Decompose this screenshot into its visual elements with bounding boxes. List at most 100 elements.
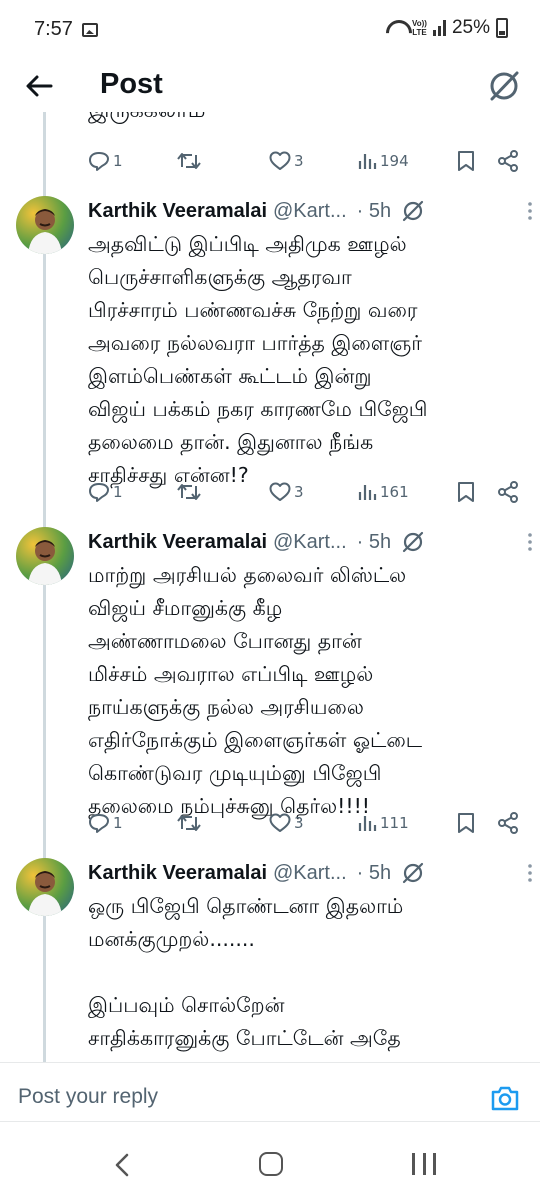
- like-count: 3: [294, 483, 304, 501]
- retweet-icon: [177, 815, 201, 831]
- status-time: 7:57: [34, 18, 73, 40]
- reply-count: 1: [113, 814, 123, 832]
- wifi-icon: [386, 20, 406, 36]
- reply-icon: [89, 814, 109, 833]
- share-button[interactable]: [497, 147, 525, 175]
- avatar-illustration: [28, 209, 62, 254]
- system-nav-bar: [0, 1131, 540, 1199]
- battery-icon: [496, 18, 508, 38]
- more-icon[interactable]: [528, 202, 532, 220]
- reply-count: 1: [113, 483, 123, 501]
- tweet-header: Karthik Veeramalai @Kart... · 5h: [88, 527, 528, 557]
- author-handle[interactable]: @Kart...: [273, 200, 347, 223]
- previous-tweet-tail: இருக்கலாம: [88, 112, 205, 126]
- bookmark-icon: [458, 151, 474, 171]
- author-name[interactable]: Karthik Veeramalai: [88, 862, 267, 885]
- bookmark-icon: [458, 813, 474, 833]
- share-icon: [498, 150, 518, 172]
- retweet-icon: [177, 484, 201, 500]
- tweet-time[interactable]: · 5h: [357, 200, 391, 223]
- bookmark-button[interactable]: [457, 809, 497, 837]
- tweet-time[interactable]: · 5h: [357, 531, 391, 554]
- reply-button[interactable]: 1: [88, 147, 177, 175]
- retweet-button[interactable]: [177, 809, 269, 837]
- grok-icon[interactable]: [401, 530, 425, 554]
- tweet-header: Karthik Veeramalai @Kart... · 5h: [88, 858, 528, 888]
- reply-button[interactable]: 1: [88, 478, 177, 506]
- back-button[interactable]: [22, 70, 56, 102]
- reply-composer[interactable]: Post your reply: [0, 1062, 540, 1130]
- views-icon: [358, 154, 377, 169]
- tweet-actions: 1 3 161: [88, 478, 528, 506]
- retweet-icon: [177, 153, 201, 169]
- previous-tweet-text: இருக்கலாம: [88, 112, 288, 132]
- view-count: 161: [380, 483, 409, 501]
- views-button[interactable]: 194: [357, 147, 457, 175]
- tweet-actions: 1 3 111: [88, 809, 528, 837]
- status-right: Vo)) LTE 25%: [386, 17, 508, 39]
- views-icon: [358, 816, 377, 831]
- tweet-time[interactable]: · 5h: [357, 862, 391, 885]
- view-count: 111: [380, 814, 409, 832]
- battery-percent: 25%: [451, 17, 490, 38]
- like-icon: [269, 813, 291, 832]
- more-icon[interactable]: [528, 533, 532, 551]
- reply-icon: [89, 152, 109, 171]
- grok-icon[interactable]: [486, 68, 522, 104]
- share-icon: [498, 481, 518, 503]
- like-count: 3: [294, 152, 304, 170]
- back-arrow-icon: [26, 75, 53, 97]
- more-icon[interactable]: [528, 864, 532, 882]
- signal-icon: [432, 20, 446, 36]
- avatar[interactable]: [16, 858, 74, 916]
- tweet-text: மாற்று அரசியல் தலைவர் லிஸ்ட்ல விஜய் சீமா…: [88, 563, 423, 818]
- avatar-illustration: [28, 871, 62, 916]
- share-button[interactable]: [497, 809, 525, 837]
- nav-home-icon[interactable]: [259, 1152, 283, 1176]
- bookmark-button[interactable]: [457, 478, 497, 506]
- author-handle[interactable]: @Kart...: [273, 862, 347, 885]
- like-button[interactable]: 3: [269, 809, 357, 837]
- views-button[interactable]: 111: [357, 809, 457, 837]
- avatar-illustration: [28, 540, 62, 585]
- views-button[interactable]: 161: [357, 478, 457, 506]
- reply-icon: [89, 483, 109, 502]
- nav-recents-icon[interactable]: [412, 1153, 436, 1175]
- status-bar: 7:57 Vo)) LTE 25%: [0, 0, 540, 60]
- bookmark-icon: [458, 482, 474, 502]
- like-button[interactable]: 3: [269, 478, 357, 506]
- author-name[interactable]: Karthik Veeramalai: [88, 531, 267, 554]
- tweet[interactable]: Karthik Veeramalai @Kart... · 5h ஒரு பிஜ…: [0, 858, 540, 1062]
- author-name[interactable]: Karthik Veeramalai: [88, 200, 267, 223]
- avatar[interactable]: [16, 196, 74, 254]
- reply-input[interactable]: Post your reply: [18, 1085, 158, 1109]
- like-count: 3: [294, 814, 304, 832]
- top-bar: Post: [0, 60, 540, 112]
- author-handle[interactable]: @Kart...: [273, 531, 347, 554]
- view-count: 194: [380, 152, 409, 170]
- avatar[interactable]: [16, 527, 74, 585]
- volte-bottom: LTE: [412, 28, 427, 37]
- like-button[interactable]: 3: [269, 147, 357, 175]
- volte-top: Vo)): [412, 19, 427, 28]
- retweet-button[interactable]: [177, 478, 269, 506]
- grok-icon[interactable]: [401, 861, 425, 885]
- page-title: Post: [100, 68, 163, 100]
- like-icon: [269, 482, 291, 501]
- reply-count: 1: [113, 152, 123, 170]
- camera-icon[interactable]: [490, 1084, 520, 1112]
- volte-indicator: Vo)) LTE: [412, 19, 427, 37]
- tweet-text: ஒரு பிஜேபி தொண்டனா இதலாம் மனக்குமுறல்...…: [88, 894, 418, 1062]
- like-icon: [269, 151, 291, 170]
- retweet-button[interactable]: [177, 147, 269, 175]
- grok-icon[interactable]: [401, 199, 425, 223]
- reply-button[interactable]: 1: [88, 809, 177, 837]
- nav-back-icon[interactable]: [112, 1152, 132, 1178]
- previous-tweet-actions: 1 3 194: [88, 147, 528, 175]
- share-button[interactable]: [497, 478, 525, 506]
- views-icon: [358, 485, 377, 500]
- tweet-text: அதவிட்டு இப்பிடி அதிமுக ஊழல் பெருச்சாளிக…: [88, 232, 428, 487]
- bookmark-button[interactable]: [457, 147, 497, 175]
- gallery-notification-icon: [82, 23, 98, 37]
- divider: [0, 1121, 540, 1122]
